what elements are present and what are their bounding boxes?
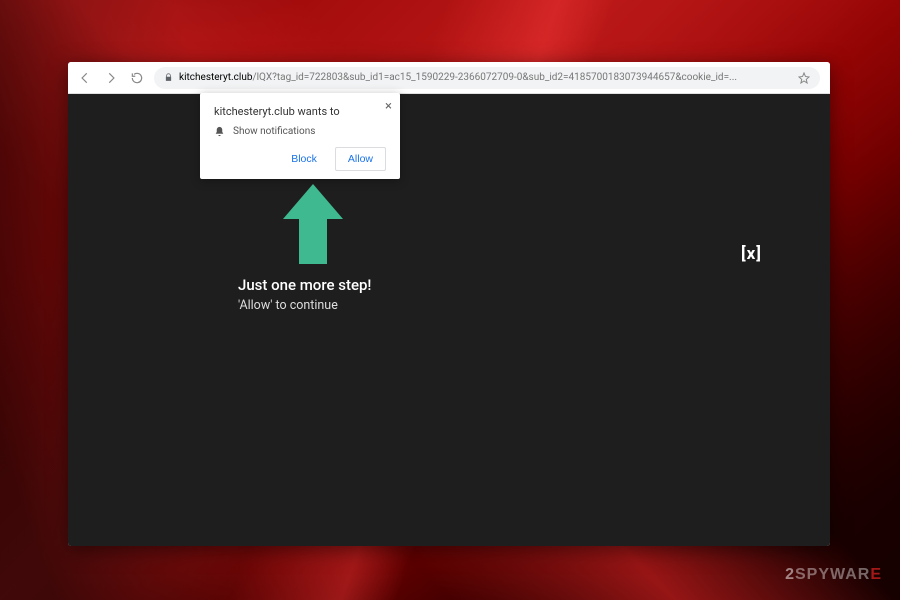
arrow-right-icon	[104, 71, 118, 85]
notification-permission-popup: × kitchesteryt.club wants to Show notifi…	[200, 93, 400, 179]
bookmark-star-icon[interactable]	[798, 72, 810, 84]
prompt-text: Just one more step! 'Allow' to continue	[238, 276, 371, 313]
arrow-up-icon	[283, 184, 343, 264]
bell-icon	[214, 126, 225, 137]
reload-button[interactable]	[130, 71, 144, 85]
url-path: /lQX?tag_id=722803&sub_id1=ac15_1590229-…	[252, 72, 737, 83]
watermark-mid: SPYWAR	[795, 566, 870, 583]
page-content: × kitchesteryt.club wants to Show notifi…	[68, 94, 830, 546]
watermark: 2SPYWARE	[785, 566, 882, 584]
prompt-title: Just one more step!	[238, 276, 371, 294]
reload-icon	[130, 71, 144, 85]
block-button[interactable]: Block	[279, 147, 329, 171]
url-text: kitchesteryt.club/lQX?tag_id=722803&sub_…	[179, 72, 792, 83]
url-domain: kitchesteryt.club	[179, 72, 252, 83]
arrow-up-graphic	[283, 184, 343, 264]
nav-controls	[78, 71, 144, 85]
browser-window: kitchesteryt.club/lQX?tag_id=722803&sub_…	[68, 62, 830, 546]
popup-buttons: Block Allow	[214, 147, 386, 171]
back-button[interactable]	[78, 71, 92, 85]
popup-permission-row: Show notifications	[214, 126, 386, 137]
prompt-subtitle: 'Allow' to continue	[238, 298, 371, 313]
allow-button[interactable]: Allow	[335, 147, 386, 171]
browser-toolbar: kitchesteryt.club/lQX?tag_id=722803&sub_…	[68, 62, 830, 94]
arrow-left-icon	[78, 71, 92, 85]
popup-title: kitchesteryt.club wants to	[214, 105, 386, 118]
watermark-suffix: E	[870, 566, 882, 583]
forward-button[interactable]	[104, 71, 118, 85]
page-close-button[interactable]: [x]	[741, 244, 762, 264]
watermark-prefix: 2	[785, 566, 795, 583]
lock-icon	[164, 72, 173, 83]
popup-permission-label: Show notifications	[233, 126, 315, 137]
popup-close-button[interactable]: ×	[385, 99, 392, 114]
address-bar[interactable]: kitchesteryt.club/lQX?tag_id=722803&sub_…	[154, 67, 820, 89]
